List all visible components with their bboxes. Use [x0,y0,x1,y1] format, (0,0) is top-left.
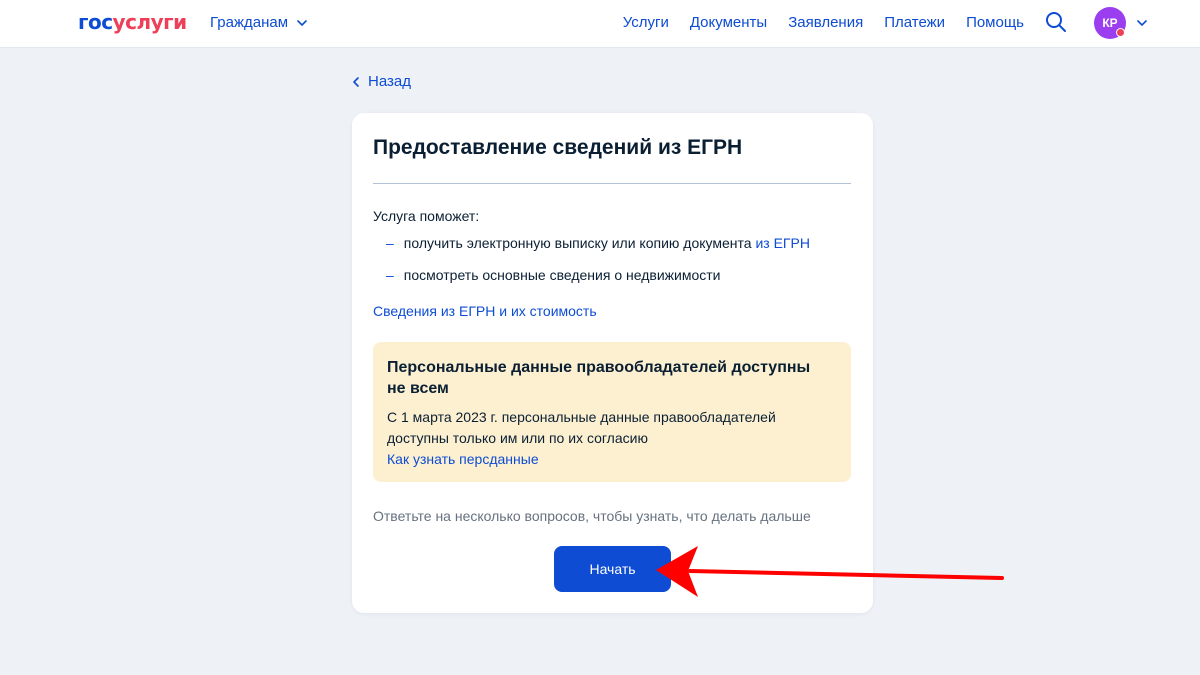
chevron-left-icon [353,76,359,87]
personal-data-link[interactable]: Как узнать персданные [387,449,837,470]
chevron-down-icon[interactable] [1136,17,1148,29]
back-label: Назад [368,73,411,90]
nav-item-applications[interactable]: Заявления [788,14,863,31]
list-dash: – [386,267,394,283]
list-item: – получить электронную выписку или копию… [386,235,810,267]
logo-part-gos: гос [78,10,113,34]
logo-part-uslugi: услуги [112,10,188,34]
list-item: – посмотреть основные сведения о недвижи… [386,267,810,299]
title-divider [373,183,851,184]
chevron-down-icon [297,19,307,26]
main-nav: Услуги Документы Заявления Платежи Помощ… [623,14,1024,31]
nav-item-documents[interactable]: Документы [690,14,767,31]
red-arrow-icon [656,546,1004,597]
notice-title: Персональные данные правообладателей дос… [387,359,811,397]
list-item-text-part: получить электронную выписку или копию д… [403,235,756,251]
nav-item-services[interactable]: Услуги [623,14,669,31]
egrn-cost-link[interactable]: Сведения из ЕГРН и их стоимость [373,303,597,319]
questionnaire-hint: Ответьте на несколько вопросов, чтобы уз… [373,508,811,524]
top-header: госуслуги Гражданам Услуги Документы Зая… [0,0,1200,48]
gosuslugi-logo[interactable]: госуслуги [78,10,187,34]
service-benefits-list: – получить электронную выписку или копию… [386,235,810,299]
list-item-text: посмотреть основные сведения о недвижимо… [403,267,721,283]
page-title: Предоставление сведений из ЕГРН [373,136,743,159]
service-intro: Услуга поможет: [373,208,480,224]
list-item-text: получить электронную выписку или копию д… [404,235,810,251]
service-card: Предоставление сведений из ЕГРН Услуга п… [352,113,873,613]
nav-item-help[interactable]: Помощь [966,14,1024,31]
notification-dot [1116,28,1125,37]
nav-item-payments[interactable]: Платежи [884,14,945,31]
search-icon[interactable] [1045,11,1067,33]
personal-data-notice: Персональные данные правообладателей дос… [373,342,851,482]
list-dash: – [386,235,394,251]
egrn-link[interactable]: из ЕГРН [755,235,810,251]
back-link[interactable]: Назад [352,73,411,90]
audience-label: Гражданам [210,14,289,31]
notice-text: С 1 марта 2023 г. персональные данные пр… [387,409,776,446]
audience-selector[interactable]: Гражданам [210,14,308,31]
